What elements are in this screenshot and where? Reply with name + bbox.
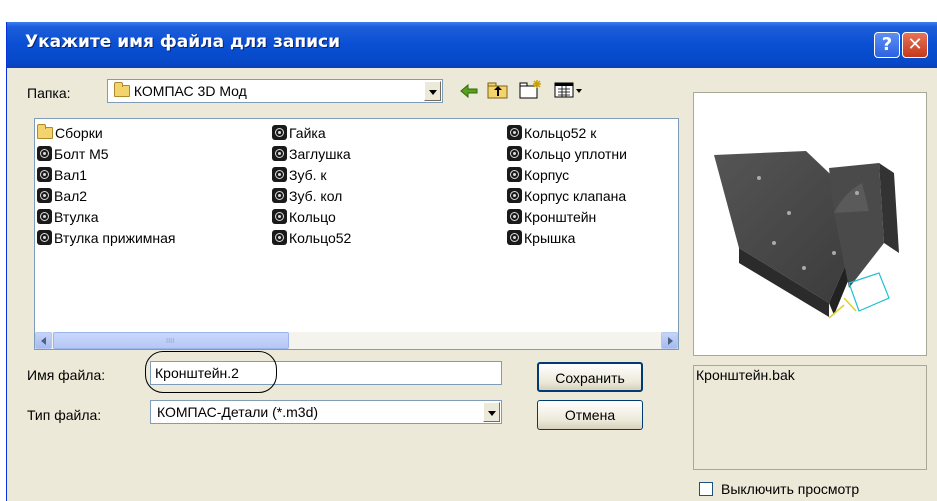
file-name: Болт М5 bbox=[54, 146, 109, 162]
cancel-button[interactable]: Отмена bbox=[537, 400, 643, 430]
disable-preview-checkbox[interactable] bbox=[699, 482, 713, 496]
save-file-dialog: Укажите имя файла для записи ? ✕ Папка: … bbox=[6, 22, 937, 501]
filetype-select[interactable]: КОМПАС-Детали (*.m3d) bbox=[150, 400, 502, 424]
list-item[interactable]: Зуб. к bbox=[272, 165, 351, 186]
list-item[interactable]: Болт М5 bbox=[37, 144, 176, 165]
part-icon bbox=[37, 230, 52, 245]
file-name: Кольцо52 bbox=[289, 230, 352, 246]
file-column-3: Кольцо52 к Кольцо уплотни Корпус Корпус … bbox=[507, 123, 627, 249]
file-name: Кольцо уплотни bbox=[524, 146, 627, 162]
preview-info-box: Кронштейн.bak bbox=[693, 365, 927, 470]
scroll-right-icon[interactable] bbox=[661, 332, 678, 349]
part-icon bbox=[272, 209, 287, 224]
preview-info-text: Кронштейн.bak bbox=[696, 367, 795, 383]
filetype-value: КОМПАС-Детали (*.m3d) bbox=[157, 404, 319, 420]
file-name: Вал2 bbox=[54, 188, 88, 204]
list-item[interactable]: Корпус клапана bbox=[507, 186, 627, 207]
bracket-3d-preview bbox=[714, 151, 899, 319]
file-column-2: Гайка Заглушка Зуб. к Зуб. кол Кольцо Ко… bbox=[272, 123, 351, 249]
folder-icon bbox=[37, 124, 53, 139]
part-icon bbox=[37, 146, 52, 161]
list-item[interactable]: Втулка прижимная bbox=[37, 228, 176, 249]
filetype-label: Тип файла: bbox=[27, 407, 102, 423]
back-arrow-icon[interactable] bbox=[459, 83, 479, 99]
file-name: Сборки bbox=[55, 125, 103, 141]
file-name: Кольцо bbox=[289, 209, 336, 225]
scroll-left-icon[interactable] bbox=[35, 332, 52, 349]
chevron-down-icon[interactable] bbox=[483, 402, 500, 422]
folder-label: Папка: bbox=[27, 85, 71, 101]
help-button[interactable]: ? bbox=[874, 32, 900, 58]
part-icon bbox=[507, 209, 522, 224]
scroll-thumb[interactable]: IIII bbox=[53, 332, 289, 349]
list-item[interactable]: Кронштейн bbox=[507, 207, 627, 228]
disable-preview-label: Выключить просмотр bbox=[721, 481, 860, 497]
file-name: Кронштейн bbox=[524, 209, 597, 225]
part-icon bbox=[507, 188, 522, 203]
list-item[interactable]: Зуб. кол bbox=[272, 186, 351, 207]
part-icon bbox=[272, 167, 287, 182]
list-item[interactable]: Кольцо52 к bbox=[507, 123, 627, 144]
file-name: Крышка bbox=[524, 230, 576, 246]
part-icon bbox=[37, 167, 52, 182]
file-name: Гайка bbox=[289, 125, 326, 141]
up-folder-icon[interactable] bbox=[487, 81, 509, 99]
part-icon bbox=[507, 167, 522, 182]
file-name: Зуб. кол bbox=[289, 188, 343, 204]
file-name: Зуб. к bbox=[289, 167, 327, 183]
file-name: Корпус клапана bbox=[524, 188, 627, 204]
part-icon bbox=[507, 230, 522, 245]
part-icon bbox=[507, 146, 522, 161]
dialog-title: Укажите имя файла для записи bbox=[25, 32, 340, 52]
file-name: Вал1 bbox=[54, 167, 88, 183]
highlight-ellipse bbox=[145, 351, 277, 393]
filename-label: Имя файла: bbox=[27, 367, 106, 383]
folder-name: КОМПАС 3D Мод bbox=[133, 83, 247, 99]
view-menu-icon[interactable] bbox=[554, 81, 584, 99]
title-bar: Укажите имя файла для записи ? ✕ bbox=[7, 22, 937, 68]
folder-select[interactable]: КОМПАС 3D Мод bbox=[107, 79, 443, 103]
file-name: Заглушка bbox=[289, 146, 351, 162]
part-icon bbox=[507, 125, 522, 140]
horizontal-scrollbar[interactable]: IIII bbox=[35, 332, 678, 349]
file-name: Кольцо52 к bbox=[524, 125, 597, 141]
part-icon bbox=[37, 209, 52, 224]
part-icon bbox=[37, 188, 52, 203]
list-item[interactable]: Вал1 bbox=[37, 165, 176, 186]
close-button[interactable]: ✕ bbox=[902, 32, 928, 58]
scroll-grip: IIII bbox=[166, 337, 175, 345]
list-item[interactable]: Кольцо уплотни bbox=[507, 144, 627, 165]
list-item[interactable]: Гайка bbox=[272, 123, 351, 144]
list-item[interactable]: Сборки bbox=[37, 123, 176, 144]
list-item[interactable]: Кольцо52 bbox=[272, 228, 351, 249]
part-icon bbox=[272, 125, 287, 140]
file-column-1: Сборки Болт М5 Вал1 Вал2 Втулка Втулка п… bbox=[37, 123, 176, 249]
file-name: Втулка прижимная bbox=[54, 230, 176, 246]
list-item[interactable]: Втулка bbox=[37, 207, 176, 228]
folder-select-value: КОМПАС 3D Мод bbox=[114, 82, 247, 99]
list-item[interactable]: Заглушка bbox=[272, 144, 351, 165]
save-button[interactable]: Сохранить bbox=[537, 362, 643, 392]
part-icon bbox=[272, 146, 287, 161]
list-item[interactable]: Крышка bbox=[507, 228, 627, 249]
chevron-down-icon[interactable] bbox=[424, 81, 441, 101]
list-item[interactable]: Кольцо bbox=[272, 207, 351, 228]
list-item[interactable]: Вал2 bbox=[37, 186, 176, 207]
file-name: Втулка bbox=[54, 209, 99, 225]
folder-icon bbox=[114, 82, 130, 97]
list-item[interactable]: Корпус bbox=[507, 165, 627, 186]
file-name: Корпус bbox=[524, 167, 570, 183]
file-list[interactable]: Сборки Болт М5 Вал1 Вал2 Втулка Втулка п… bbox=[34, 118, 679, 350]
part-icon bbox=[272, 188, 287, 203]
part-icon bbox=[272, 230, 287, 245]
new-folder-icon[interactable] bbox=[519, 79, 543, 99]
preview-pane bbox=[693, 92, 927, 356]
